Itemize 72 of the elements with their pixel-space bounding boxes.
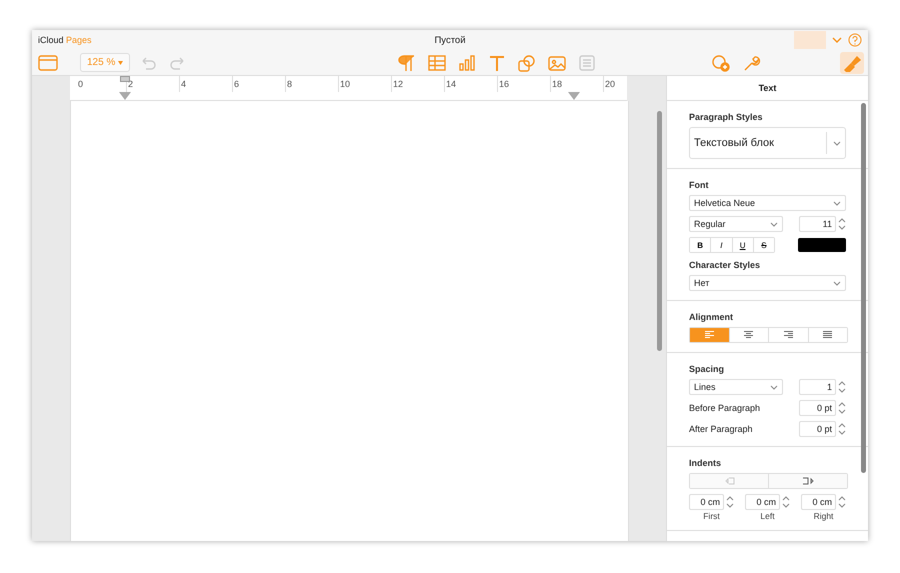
center-align-icon [744,331,754,339]
table-icon [427,54,448,72]
justify-button[interactable] [808,328,847,342]
outdent-icon [723,477,735,485]
caret-icon [118,61,124,65]
section-label: Alignment [689,312,734,322]
section-label: Paragraph Styles [689,112,764,122]
chevron-down-icon [770,384,778,390]
chevron-down-icon [833,200,841,206]
inspector-tab[interactable]: Text [758,83,776,93]
font-size-field[interactable]: 11 [799,216,836,232]
ruler-number: 20 [605,79,616,89]
ruler-number: 16 [499,79,510,89]
ruler-number: 10 [340,79,350,89]
chevron-down-icon [770,222,778,226]
field-label: After Paragraph [689,424,753,434]
chevron-down-icon[interactable] [832,36,842,44]
stepper[interactable] [838,494,846,510]
ruler-number: 4 [181,79,186,89]
typeface-dropdown[interactable]: Regular [689,216,783,232]
app-logo: iCloud Pages [38,35,92,45]
section-label: Spacing [689,364,726,374]
scrollbar[interactable] [657,111,662,351]
field-label: Before Paragraph [689,403,760,413]
stepper[interactable] [838,379,846,395]
spacing-field[interactable]: 0 pt [799,400,836,416]
section-label: Character Styles [689,260,762,270]
column-marker[interactable] [120,76,130,82]
format-brush-button[interactable] [840,52,864,74]
chart-icon [457,54,478,72]
font-family-dropdown[interactable]: Helvetica Neue [689,195,846,211]
ruler-number: 0 [78,79,84,89]
indent-field[interactable]: 0 cm [745,494,780,510]
increase-indent-button[interactable] [768,474,847,488]
stepper[interactable] [838,400,846,416]
ruler-number: 14 [446,79,456,89]
spacing-field[interactable]: 0 pt [799,421,836,437]
strikethrough-button[interactable]: S [752,238,774,252]
media-icon [547,54,568,72]
line-spacing-dropdown[interactable]: Lines [689,379,783,395]
section-label: Font [689,180,710,190]
ruler-number: 12 [393,79,404,89]
sidebar-icon [38,54,58,72]
chevron-down-icon [833,140,841,146]
left-align-icon [704,331,714,339]
document-title: Пустой [433,34,467,46]
field-label: Left [760,511,775,521]
right-align-icon [784,331,793,339]
scrollbar[interactable] [861,103,866,473]
paragraph-style-dropdown[interactable]: Текстовый блок [689,127,846,159]
ruler-number: 18 [552,79,562,89]
text-color-well[interactable] [798,238,846,252]
indent-icon [802,477,814,485]
indent-field[interactable]: 0 cm [801,494,836,510]
comment-icon [577,54,598,72]
help-icon[interactable] [848,33,862,47]
chevron-down-icon [833,280,841,286]
section-label: Indents [689,458,722,468]
justify-align-icon [823,331,832,339]
ruler-number: 6 [234,79,240,89]
indent-field[interactable]: 0 cm [689,494,724,510]
character-style-dropdown[interactable]: Нет [689,275,846,291]
format-icon [842,54,862,72]
shape-icon [517,54,538,72]
line-spacing-field[interactable]: 1 [799,379,836,395]
ruler-number: 8 [287,79,292,89]
stepper[interactable] [726,494,734,510]
field-label: Right [814,511,834,521]
stepper[interactable] [782,494,790,510]
field-label: First [703,511,720,521]
stepper[interactable] [838,421,846,437]
stepper[interactable] [838,216,846,232]
